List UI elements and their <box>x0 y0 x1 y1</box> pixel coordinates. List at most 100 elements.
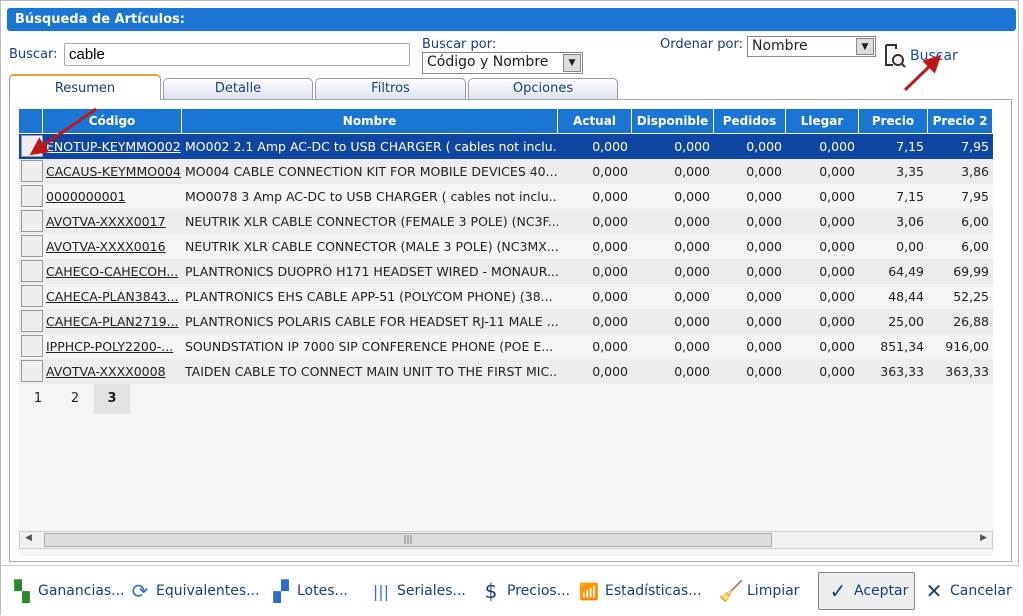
item-code-link[interactable]: CAHECA-PLAN2719... <box>46 309 182 334</box>
table-row[interactable]: CACAUS-KEYMMO004 MO004 CABLE CONNECTION K… <box>19 159 993 184</box>
tab-resumen[interactable]: Resumen <box>9 74 161 100</box>
check-icon: ✓ <box>829 579 847 603</box>
order-by-select[interactable]: Nombre ▼ <box>747 36 876 57</box>
search-label: Buscar: <box>9 47 58 62</box>
cell: 0,000 <box>819 264 855 279</box>
cell: 0,000 <box>674 214 710 229</box>
row-checkbox[interactable] <box>21 360 43 382</box>
column-header[interactable]: Pedidos <box>714 109 786 133</box>
tab-opciones[interactable]: Opciones <box>468 78 618 99</box>
aceptar-button[interactable]: ✓ Aceptar <box>818 572 916 610</box>
table-row[interactable]: AVOTVA-XXXX0016 NEUTRIK XLR CABLE CONNECT… <box>19 234 993 259</box>
table-row[interactable]: AVOTVA-XXXX0017 NEUTRIK XLR CABLE CONNECT… <box>19 209 993 234</box>
column-header[interactable]: Disponible <box>632 109 714 133</box>
tab-detalle[interactable]: Detalle <box>163 78 313 99</box>
horizontal-scrollbar[interactable]: ◀ ||| ▶ <box>19 531 993 549</box>
search-by-select[interactable]: Código y Nombre ▼ <box>422 52 583 74</box>
item-code-link[interactable]: IPPHCP-POLY2200-... <box>46 334 182 359</box>
scroll-right-icon[interactable]: ▶ <box>980 533 987 543</box>
table-row[interactable]: CAHECA-PLAN2719... PLANTRONICS POLARIS CA… <box>19 309 993 334</box>
page-1[interactable]: 1 <box>20 384 56 414</box>
button-label: Estadísticas... <box>605 583 702 599</box>
column-header[interactable]: Precio <box>859 109 928 133</box>
search-button-label: Buscar <box>910 48 958 64</box>
row-checkbox[interactable] <box>21 260 43 282</box>
table-row[interactable]: IPPHCP-POLY2200-... SOUNDSTATION IP 7000 … <box>19 334 993 359</box>
table-row[interactable]: CAHECO-CAHECOH... PLANTRONICS DUOPRO H171… <box>19 259 993 284</box>
table-row[interactable]: 0000000001 MO0078 3 Amp AC-DC to USB CHAR… <box>19 184 993 209</box>
row-checkbox[interactable] <box>21 135 43 157</box>
cell: 7,15 <box>896 189 924 204</box>
cell: 0,000 <box>592 139 628 154</box>
barcode-icon: ||| <box>372 581 390 601</box>
item-code-link[interactable]: AVOTVA-XXXX0008 <box>46 359 182 384</box>
cell: 3,35 <box>896 164 924 179</box>
cell: 0,000 <box>819 289 855 304</box>
row-checkbox[interactable] <box>21 235 43 257</box>
dialog-title: Búsqueda de Artículos: <box>7 8 1016 31</box>
cell: 0,000 <box>674 264 710 279</box>
cell: 0,000 <box>819 314 855 329</box>
item-code-link[interactable]: AVOTVA-XXXX0017 <box>46 209 182 234</box>
item-code-link[interactable]: CACAUS-KEYMMO004 <box>46 159 182 184</box>
table-row[interactable]: CAHECA-PLAN3843... PLANTRONICS EHS CABLE … <box>19 284 993 309</box>
item-code-link[interactable]: CAHECA-PLAN3843... <box>46 284 182 309</box>
item-code-link[interactable]: CAHECO-CAHECOH... <box>46 259 182 284</box>
row-checkbox[interactable] <box>21 335 43 357</box>
table-row[interactable]: ENOTUP-KEYMMO002 MO002 2.1 Amp AC-DC to U… <box>19 134 993 159</box>
search-button[interactable]: Buscar <box>883 43 958 69</box>
estadísticas-button[interactable]: 📶 Estadísticas... <box>576 572 702 610</box>
lotes-button[interactable]: ▞ Lotes... <box>268 572 348 610</box>
button-label: Limpiar <box>747 583 800 599</box>
item-code-link[interactable]: AVOTVA-XXXX0016 <box>46 234 182 259</box>
cell: 69,99 <box>953 264 989 279</box>
scrollbar-thumb[interactable]: ||| <box>44 533 772 547</box>
lots-icon: ▞ <box>273 579 289 603</box>
limpiar-button[interactable]: 🧹 Limpiar <box>718 572 800 610</box>
page-3[interactable]: 3 <box>94 384 130 414</box>
column-header[interactable]: Código <box>43 109 182 133</box>
column-header[interactable]: Llegar <box>786 109 859 133</box>
article-search-dialog: Búsqueda de Artículos: Buscar: Buscar po… <box>0 0 1020 616</box>
cell: 0,000 <box>819 364 855 379</box>
precios-button[interactable]: $ Precios... <box>478 572 570 610</box>
scroll-left-icon[interactable]: ◀ <box>25 533 32 543</box>
cell: 0,000 <box>674 139 710 154</box>
cell: 0,000 <box>674 314 710 329</box>
search-input[interactable] <box>64 43 410 66</box>
cell: 0,000 <box>746 214 782 229</box>
row-checkbox[interactable] <box>21 210 43 232</box>
equivalentes-button[interactable]: ⟳ Equivalentes... <box>127 572 260 610</box>
cell: 0,00 <box>896 239 924 254</box>
cell: 0,000 <box>592 214 628 229</box>
seriales-button[interactable]: ||| Seriales... <box>368 572 466 610</box>
cell: 0,000 <box>674 189 710 204</box>
cell: 48,44 <box>888 289 924 304</box>
column-header[interactable]: Nombre <box>182 109 558 133</box>
cell: 0,000 <box>746 264 782 279</box>
row-checkbox[interactable] <box>21 285 43 307</box>
item-code-link[interactable]: ENOTUP-KEYMMO002 <box>46 134 182 159</box>
item-code-link[interactable]: 0000000001 <box>46 184 182 209</box>
row-checkbox[interactable] <box>21 185 43 207</box>
ganancias-button[interactable]: ▚ Ganancias... <box>9 572 124 610</box>
table-row[interactable]: AVOTVA-XXXX0008 TAIDEN CABLE TO CONNECT M… <box>19 359 993 384</box>
cell: 64,49 <box>888 264 924 279</box>
broom-icon: 🧹 <box>718 579 744 603</box>
row-checkbox[interactable] <box>21 310 43 332</box>
row-checkbox[interactable] <box>21 160 43 182</box>
tab-filtros[interactable]: Filtros <box>315 78 466 99</box>
button-label: Seriales... <box>397 583 466 599</box>
cell: 0,000 <box>746 364 782 379</box>
cancelar-button[interactable]: ✕ Cancelar <box>921 572 1012 610</box>
cell: 7,15 <box>896 139 924 154</box>
cell: 0,000 <box>746 239 782 254</box>
cell: 0,000 <box>746 339 782 354</box>
column-header[interactable]: Precio 2 <box>928 109 993 133</box>
page-2[interactable]: 2 <box>57 384 93 414</box>
cell: 6,00 <box>961 239 989 254</box>
cell: 7,95 <box>961 189 989 204</box>
cell: 7,95 <box>961 139 989 154</box>
column-header[interactable]: Actual <box>558 109 632 133</box>
cell: 0,000 <box>592 189 628 204</box>
